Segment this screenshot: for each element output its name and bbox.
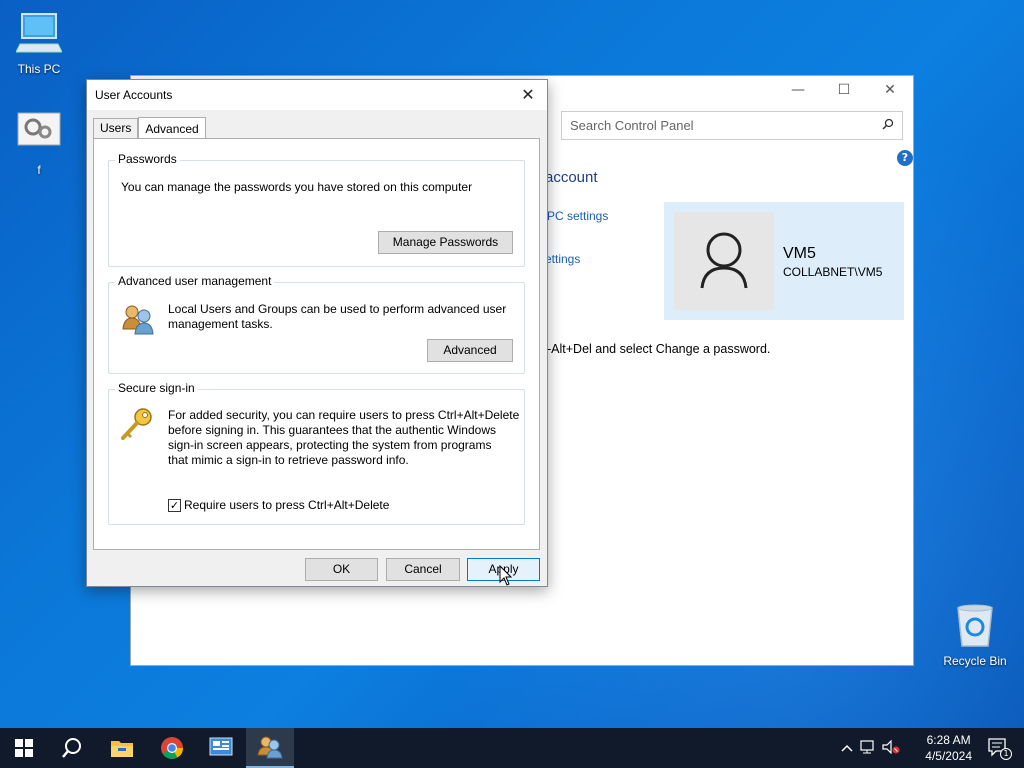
search-icon[interactable] xyxy=(882,118,894,133)
user-card: VM5 COLLABNET\VM5 xyxy=(664,202,904,320)
users-group-icon xyxy=(122,305,154,335)
change-password-instruction: -Alt+Del and select Change a password. xyxy=(547,342,771,356)
tab-advanced[interactable]: Advanced xyxy=(138,117,206,139)
clock-time: 6:28 AM xyxy=(926,733,971,747)
desktop-icon-label: Recycle Bin xyxy=(943,654,1007,668)
avatar xyxy=(674,212,774,310)
advanced-user-management-group: Advanced user management Local Users and… xyxy=(108,274,525,374)
secure-signin-line2: before signing in. This guarantees that … xyxy=(168,423,496,437)
close-button[interactable]: ✕ xyxy=(867,76,913,104)
search-input[interactable]: Search Control Panel xyxy=(561,111,903,140)
pc-settings-link[interactable]: PC settings xyxy=(547,209,608,223)
control-panel-icon xyxy=(209,737,233,756)
volume-muted-icon[interactable] xyxy=(880,739,902,757)
user-domain: COLLABNET\VM5 xyxy=(783,265,883,279)
advanced-mgmt-description-line2: management tasks. xyxy=(168,317,273,331)
clock-date: 4/5/2024 xyxy=(925,749,972,763)
passwords-group: Passwords You can manage the passwords y… xyxy=(108,152,525,267)
advanced-mgmt-group-title: Advanced user management xyxy=(115,274,275,288)
require-ctrl-alt-del-checkbox[interactable]: ✓ xyxy=(168,499,181,512)
cancel-button[interactable]: Cancel xyxy=(386,558,460,581)
key-icon xyxy=(121,408,152,440)
taskbar-chrome[interactable] xyxy=(148,728,196,768)
passwords-description: You can manage the passwords you have st… xyxy=(121,180,473,194)
dialog-title-bar[interactable]: User Accounts ✕ xyxy=(87,80,547,110)
chevron-up-icon[interactable] xyxy=(838,741,856,755)
user-icon xyxy=(700,232,748,289)
search-placeholder: Search Control Panel xyxy=(570,118,694,133)
taskbar: 6:28 AM 4/5/2024 1 xyxy=(0,728,1024,768)
ok-button[interactable]: OK xyxy=(305,558,378,581)
help-icon[interactable]: ? xyxy=(897,150,913,166)
taskbar-search-button[interactable] xyxy=(48,728,96,768)
network-icon[interactable] xyxy=(856,739,880,757)
advanced-tab-panel: Passwords You can manage the passwords y… xyxy=(93,138,540,550)
user-name: VM5 xyxy=(783,245,816,262)
secure-signin-line4: that mimic a sign-in to retrieve passwor… xyxy=(168,453,409,467)
taskbar-user-accounts[interactable] xyxy=(246,728,294,768)
close-icon[interactable]: ✕ xyxy=(513,82,543,108)
desktop-icon-recycle-bin[interactable]: Recycle Bin xyxy=(936,602,1014,668)
minimize-button[interactable]: — xyxy=(775,76,821,104)
taskbar-file-explorer[interactable] xyxy=(98,728,146,768)
recycle-bin-icon xyxy=(957,604,993,647)
folder-icon xyxy=(111,741,133,757)
secure-signin-group: Secure sign-in For added security, you c… xyxy=(108,381,525,525)
system-tray xyxy=(838,728,902,768)
page-heading: account xyxy=(545,169,598,186)
notification-count-badge: 1 xyxy=(1000,748,1012,760)
users-group-icon xyxy=(257,736,283,759)
desktop-icon-this-pc[interactable]: This PC xyxy=(0,10,78,76)
settings-file-icon xyxy=(17,112,61,146)
secure-signin-group-title: Secure sign-in xyxy=(115,381,198,395)
window-caption-buttons: — ☐ ✕ xyxy=(775,76,913,104)
require-ctrl-alt-del-label[interactable]: Require users to press Ctrl+Alt+Delete xyxy=(184,498,389,513)
desktop-icon-f[interactable]: f xyxy=(0,112,78,177)
search-icon xyxy=(62,738,81,758)
computer-icon xyxy=(15,13,63,53)
notification-center-button[interactable]: 1 xyxy=(988,738,1012,760)
advanced-button[interactable]: Advanced xyxy=(427,339,513,362)
user-accounts-dialog: User Accounts ✕ Users Advanced Passwords… xyxy=(86,79,548,587)
start-button[interactable] xyxy=(0,728,48,768)
tab-users[interactable]: Users xyxy=(93,118,139,138)
passwords-group-title: Passwords xyxy=(115,152,180,166)
taskbar-control-panel[interactable] xyxy=(197,728,245,768)
mouse-cursor-icon xyxy=(499,565,513,586)
advanced-mgmt-description-line1: Local Users and Groups can be used to pe… xyxy=(168,302,507,316)
desktop-icon-label: f xyxy=(37,163,41,177)
tab-strip: Users Advanced xyxy=(93,116,206,139)
dialog-title: User Accounts xyxy=(95,88,173,102)
secure-signin-line1: For added security, you can require user… xyxy=(168,408,520,422)
chrome-icon xyxy=(161,737,183,759)
secure-signin-line3: sign-in screen appears, protecting the s… xyxy=(168,438,492,452)
settings-link[interactable]: ettings xyxy=(545,252,580,266)
windows-logo-icon xyxy=(15,739,33,757)
manage-passwords-button[interactable]: Manage Passwords xyxy=(378,231,513,254)
taskbar-clock[interactable]: 6:28 AM 4/5/2024 xyxy=(925,732,972,764)
desktop-icon-label: This PC xyxy=(17,62,61,76)
maximize-button[interactable]: ☐ xyxy=(821,76,867,104)
